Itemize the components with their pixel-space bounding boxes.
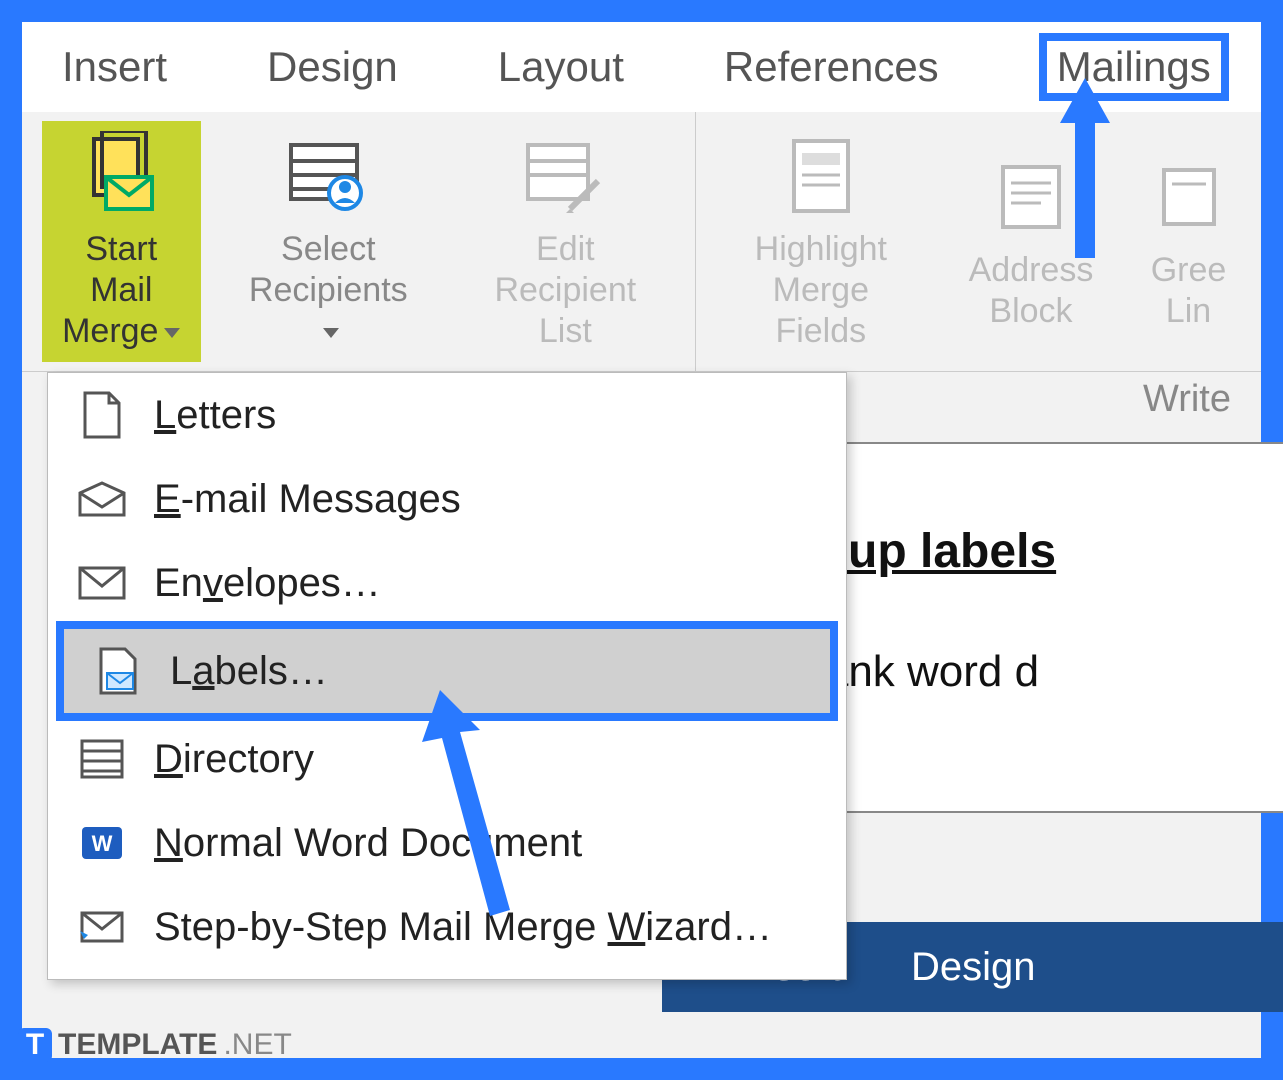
labels-icon bbox=[94, 647, 142, 695]
address-block-label: Address Block bbox=[969, 250, 1094, 332]
menu-envelopes-label: Envelopes… bbox=[154, 561, 381, 606]
ribbon-group-write: Highlight Merge Fields Address Block Gre… bbox=[696, 112, 1261, 371]
menu-email[interactable]: E-mail Messages bbox=[48, 457, 846, 541]
tab-insert[interactable]: Insert bbox=[62, 43, 167, 91]
menu-email-label: E-mail Messages bbox=[154, 477, 461, 522]
recipients-icon bbox=[283, 131, 373, 221]
tab2-design[interactable]: Design bbox=[911, 945, 1036, 990]
directory-icon bbox=[78, 735, 126, 783]
annotation-arrow-mailings bbox=[1050, 78, 1120, 258]
menu-labels-label: Labels… bbox=[170, 649, 328, 694]
watermark-brand: TEMPLATE bbox=[58, 1028, 217, 1062]
annotation-arrow-labels bbox=[400, 690, 540, 920]
greeting-line-button: Gree Lin bbox=[1136, 142, 1241, 342]
letter-icon bbox=[78, 391, 126, 439]
highlight-merge-fields-button: Highlight Merge Fields bbox=[716, 121, 926, 361]
start-mail-merge-button[interactable]: Start Mail Merge bbox=[42, 121, 201, 361]
highlight-icon bbox=[776, 131, 866, 221]
watermark-logo-icon: T bbox=[18, 1028, 52, 1062]
svg-text:W: W bbox=[92, 831, 113, 856]
mail-merge-icon bbox=[76, 131, 166, 221]
greeting-icon bbox=[1144, 152, 1234, 242]
wizard-icon bbox=[78, 903, 126, 951]
envelope-icon bbox=[78, 559, 126, 607]
ribbon-group-mailmerge: Start Mail Merge Select Recipients bbox=[22, 112, 696, 371]
email-icon bbox=[78, 475, 126, 523]
menu-directory-label: Directory bbox=[154, 737, 314, 782]
menu-envelopes[interactable]: Envelopes… bbox=[48, 541, 846, 625]
tab-layout[interactable]: Layout bbox=[498, 43, 624, 91]
select-recipients-button[interactable]: Select Recipients bbox=[231, 121, 426, 361]
ribbon-group-label: Write bbox=[1143, 378, 1231, 421]
menu-letters-label: Letters bbox=[154, 393, 276, 438]
edit-recipient-list-button: Edit Recipient List bbox=[456, 121, 675, 361]
watermark: T TEMPLATE.NET bbox=[18, 1028, 292, 1062]
select-recipients-label: Select Recipients bbox=[239, 229, 418, 351]
word-icon: W bbox=[78, 819, 126, 867]
highlight-merge-fields-label: Highlight Merge Fields bbox=[724, 229, 918, 351]
greeting-line-label: Gree Lin bbox=[1151, 250, 1227, 332]
edit-recipient-list-label: Edit Recipient List bbox=[464, 229, 667, 351]
menu-letters[interactable]: Letters bbox=[48, 373, 846, 457]
start-mail-merge-label: Start Mail Merge bbox=[50, 229, 193, 351]
tab-design[interactable]: Design bbox=[267, 43, 398, 91]
tab-references[interactable]: References bbox=[724, 43, 939, 91]
watermark-suffix: .NET bbox=[223, 1028, 291, 1062]
edit-list-icon bbox=[520, 131, 610, 221]
